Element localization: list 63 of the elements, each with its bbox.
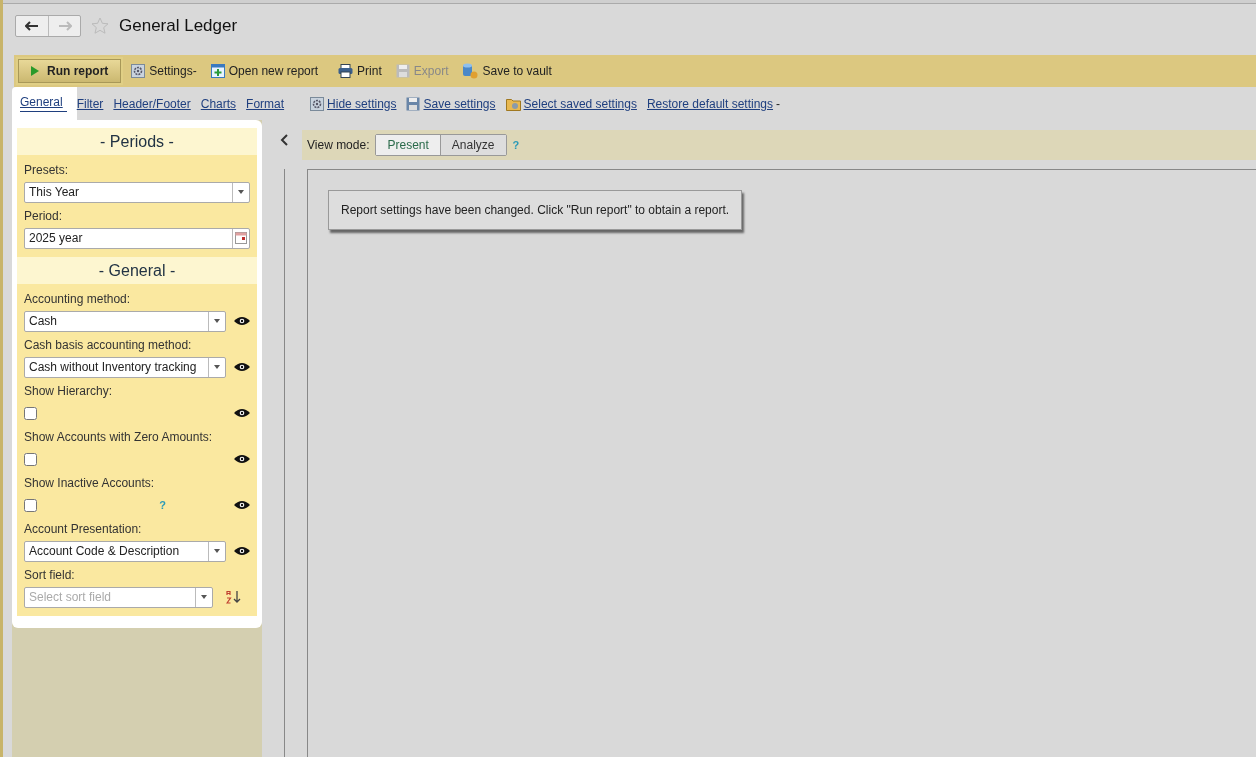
field-label: Show Inactive Accounts: — [24, 476, 156, 490]
settings-tab[interactable]: Charts — [200, 96, 237, 111]
folder-icon — [505, 96, 521, 111]
printer-icon — [338, 64, 354, 78]
view-mode-label: View mode: — [307, 138, 370, 152]
field-label: Sort field: — [24, 568, 76, 582]
settings-tab[interactable]: Header/Footer — [113, 96, 191, 111]
play-icon — [31, 66, 39, 76]
date-field[interactable]: 2025 year — [24, 227, 250, 249]
caret-icon — [214, 365, 220, 369]
caret-icon — [238, 190, 244, 194]
left-arrow-icon — [25, 21, 39, 31]
checkbox[interactable] — [24, 406, 37, 420]
eye-icon[interactable] — [234, 454, 250, 464]
eye-icon[interactable] — [234, 316, 250, 326]
view-mode-option[interactable]: Present — [376, 135, 440, 155]
eye-icon[interactable] — [234, 500, 250, 510]
settings-link[interactable]: Restore default settings — [646, 96, 773, 111]
gear-icon — [310, 96, 325, 111]
field-label: Presets: — [24, 163, 69, 177]
eye-icon[interactable] — [234, 362, 250, 372]
field-label: Period: — [24, 209, 64, 223]
dropdown-marker: - — [776, 96, 780, 111]
field-label: Account Presentation: — [24, 522, 143, 536]
toolbar-item[interactable]: Save to vault — [462, 63, 552, 79]
field-label: Cash basis accounting method: — [24, 338, 193, 352]
settings-tab[interactable]: Filter — [76, 96, 104, 111]
toolbar-item[interactable]: Print — [338, 64, 382, 78]
star-icon[interactable] — [91, 17, 109, 35]
settings-link[interactable]: Save settings — [423, 96, 496, 111]
field-label: Accounting method: — [24, 292, 132, 306]
run-report-button[interactable]: Run report — [18, 59, 122, 83]
caret-icon — [201, 595, 207, 599]
section-title: - General - — [97, 261, 177, 281]
toolbar-item[interactable]: Settings- — [131, 64, 197, 78]
view-mode-option[interactable]: Analyze — [439, 135, 506, 155]
toolbar-item[interactable]: Open new report — [210, 64, 319, 78]
new-window-icon — [210, 64, 225, 78]
calendar-icon — [235, 232, 247, 244]
sort-icon[interactable] — [226, 590, 242, 604]
gear-icon — [131, 64, 146, 78]
checkbox[interactable] — [24, 452, 37, 466]
dropdown-field[interactable]: Cash without Inventory tracking — [24, 356, 226, 378]
right-arrow-icon — [57, 21, 72, 31]
collapse-chevron-icon[interactable] — [280, 134, 288, 146]
caret-icon — [214, 549, 220, 553]
dropdown-field[interactable]: Cash — [24, 310, 226, 332]
database-icon — [462, 63, 479, 79]
page-title: General Ledger — [119, 16, 238, 36]
field-label: Show Hierarchy: — [24, 384, 114, 398]
settings-link[interactable]: Hide settings — [327, 96, 397, 111]
dropdown-field[interactable]: This Year — [24, 181, 250, 203]
settings-tab[interactable]: Format — [246, 96, 285, 111]
dropdown-field[interactable]: Account Code & Description — [24, 540, 226, 562]
caret-icon — [214, 319, 220, 323]
field-label: Show Accounts with Zero Amounts: — [24, 430, 214, 444]
settings-link[interactable]: Select saved settings — [523, 96, 637, 111]
checkbox[interactable] — [24, 498, 37, 512]
settings-tab[interactable]: General — [20, 95, 67, 112]
section-title: - Periods - — [99, 132, 175, 152]
eye-icon[interactable] — [234, 408, 250, 418]
eye-icon[interactable] — [234, 546, 250, 556]
status-message: Report settings have been changed. Click "Run report" to obtain a report. — [328, 190, 743, 230]
